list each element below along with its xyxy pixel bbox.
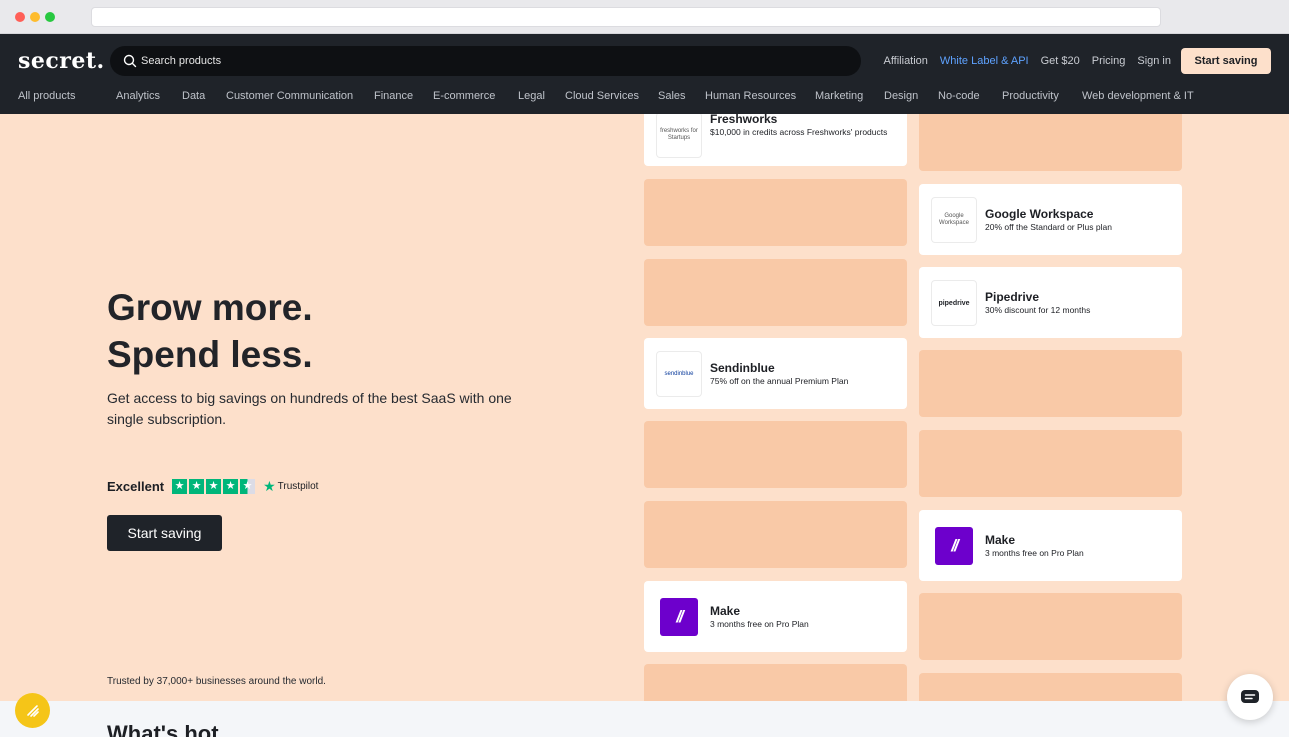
hero-title-line-1: Grow more. — [107, 287, 313, 328]
browser-chrome — [0, 0, 1289, 34]
deal-card-google-workspace[interactable]: Google Workspace Google Workspace 20% of… — [919, 184, 1182, 255]
star-icon: ★ — [223, 479, 239, 494]
placeholder-card — [644, 501, 907, 568]
minimize-window-icon[interactable] — [30, 12, 40, 22]
deal-description: 3 months free on Pro Plan — [985, 548, 1084, 558]
maximize-window-icon[interactable] — [45, 12, 55, 22]
trustpilot-rating[interactable]: Excellent ★ ★ ★ ★ ★ ★ Trustpilot — [107, 478, 318, 495]
start-saving-header-button[interactable]: Start saving — [1181, 48, 1271, 74]
sendinblue-logo: sendinblue — [656, 351, 702, 397]
chat-icon — [1241, 690, 1259, 703]
trustpilot-star-icon: ★ — [263, 478, 276, 494]
placeholder-card — [919, 350, 1182, 417]
category-all-products[interactable]: All products — [18, 90, 75, 102]
category-data[interactable]: Data — [182, 90, 205, 102]
search-input[interactable] — [141, 46, 841, 76]
half-star-icon: ★ — [240, 479, 256, 494]
category-no-code[interactable]: No-code — [938, 90, 980, 102]
pencil-lines-icon — [26, 704, 39, 717]
google-workspace-logo: Google Workspace — [931, 197, 977, 243]
start-saving-button[interactable]: Start saving — [107, 515, 222, 551]
deal-name: Pipedrive — [985, 290, 1040, 304]
category-sales[interactable]: Sales — [658, 90, 686, 102]
site-logo[interactable]: secret. — [18, 48, 105, 74]
hero-title-line-2: Spend less. — [107, 334, 313, 375]
get-20-link[interactable]: Get $20 — [1041, 55, 1080, 67]
hero-title: Grow more. Spend less. — [107, 284, 313, 378]
deal-name: Make — [710, 604, 741, 618]
whats-hot-heading: What's hot — [107, 721, 219, 737]
white-label-link[interactable]: White Label & API — [940, 55, 1029, 67]
deal-card-make[interactable]: // Make 3 months free on Pro Plan — [919, 510, 1182, 581]
deal-description: $10,000 in credits across Freshworks' pr… — [710, 127, 888, 137]
deal-card-pipedrive[interactable]: pipedrive Pipedrive 30% discount for 12 … — [919, 267, 1182, 338]
star-icon: ★ — [206, 479, 222, 494]
deal-name: Google Workspace — [985, 207, 1094, 221]
feedback-widget-button[interactable] — [15, 693, 50, 728]
category-e-commerce[interactable]: E-commerce — [433, 90, 495, 102]
deal-description: 30% discount for 12 months — [985, 305, 1091, 315]
make-logo: // — [656, 594, 702, 640]
hero-subtitle: Get access to big savings on hundreds of… — [107, 390, 512, 427]
star-icon: ★ — [172, 479, 188, 494]
deal-description: 75% off on the annual Premium Plan — [710, 376, 849, 386]
deal-name: Make — [985, 533, 1016, 547]
placeholder-card — [644, 259, 907, 326]
deal-card-make[interactable]: // Make 3 months free on Pro Plan — [644, 581, 907, 652]
search-bar[interactable] — [110, 46, 861, 76]
category-customer-communication[interactable]: Customer Communication — [226, 90, 353, 102]
placeholder-card — [919, 673, 1182, 701]
whats-hot-section: What's hot — [0, 701, 1289, 737]
category-design[interactable]: Design — [884, 90, 918, 102]
placeholder-card — [644, 179, 907, 246]
placeholder-card — [919, 593, 1182, 660]
deal-card-sendinblue[interactable]: sendinblue Sendinblue 75% off on the ann… — [644, 338, 907, 409]
placeholder-card — [919, 430, 1182, 497]
trustpilot-logo: ★ Trustpilot — [263, 478, 319, 494]
rating-stars: ★ ★ ★ ★ ★ — [172, 479, 257, 494]
category-human-resources[interactable]: Human Resources — [705, 90, 796, 102]
category-cloud-services[interactable]: Cloud Services — [565, 90, 639, 102]
deal-description: 3 months free on Pro Plan — [710, 619, 809, 629]
deal-description: 20% off the Standard or Plus plan — [985, 222, 1112, 232]
category-analytics[interactable]: Analytics — [116, 90, 160, 102]
make-logo: // — [931, 523, 977, 569]
affiliation-link[interactable]: Affiliation — [883, 55, 927, 67]
pipedrive-logo: pipedrive — [931, 280, 977, 326]
category-marketing[interactable]: Marketing — [815, 90, 863, 102]
placeholder-card — [919, 114, 1182, 171]
freshworks-logo: freshworks for Startups — [656, 114, 702, 158]
address-bar[interactable] — [91, 7, 1161, 27]
category-legal[interactable]: Legal — [518, 90, 545, 102]
rating-label: Excellent — [107, 479, 165, 494]
category-nav: All products Analytics Data Customer Com… — [0, 90, 1289, 104]
deal-name: Sendinblue — [710, 361, 775, 375]
trusted-by-text: Trusted by 37,000+ businesses around the… — [107, 676, 326, 687]
site-header: secret. Affiliation White Label & API Ge… — [0, 34, 1289, 114]
category-finance[interactable]: Finance — [374, 90, 413, 102]
search-icon — [123, 54, 137, 68]
close-window-icon[interactable] — [15, 12, 25, 22]
deal-card-freshworks[interactable]: freshworks for Startups Freshworks $10,0… — [644, 114, 907, 166]
star-icon: ★ — [189, 479, 205, 494]
placeholder-card — [644, 664, 907, 701]
chat-button[interactable] — [1227, 674, 1273, 720]
sign-in-link[interactable]: Sign in — [1137, 55, 1171, 67]
top-links: Affiliation White Label & API Get $20 Pr… — [871, 48, 1171, 74]
placeholder-card — [644, 421, 907, 488]
category-web-development[interactable]: Web development & IT — [1082, 90, 1194, 102]
category-productivity[interactable]: Productivity — [1002, 90, 1059, 102]
deal-name: Freshworks — [710, 114, 778, 126]
pricing-link[interactable]: Pricing — [1092, 55, 1126, 67]
